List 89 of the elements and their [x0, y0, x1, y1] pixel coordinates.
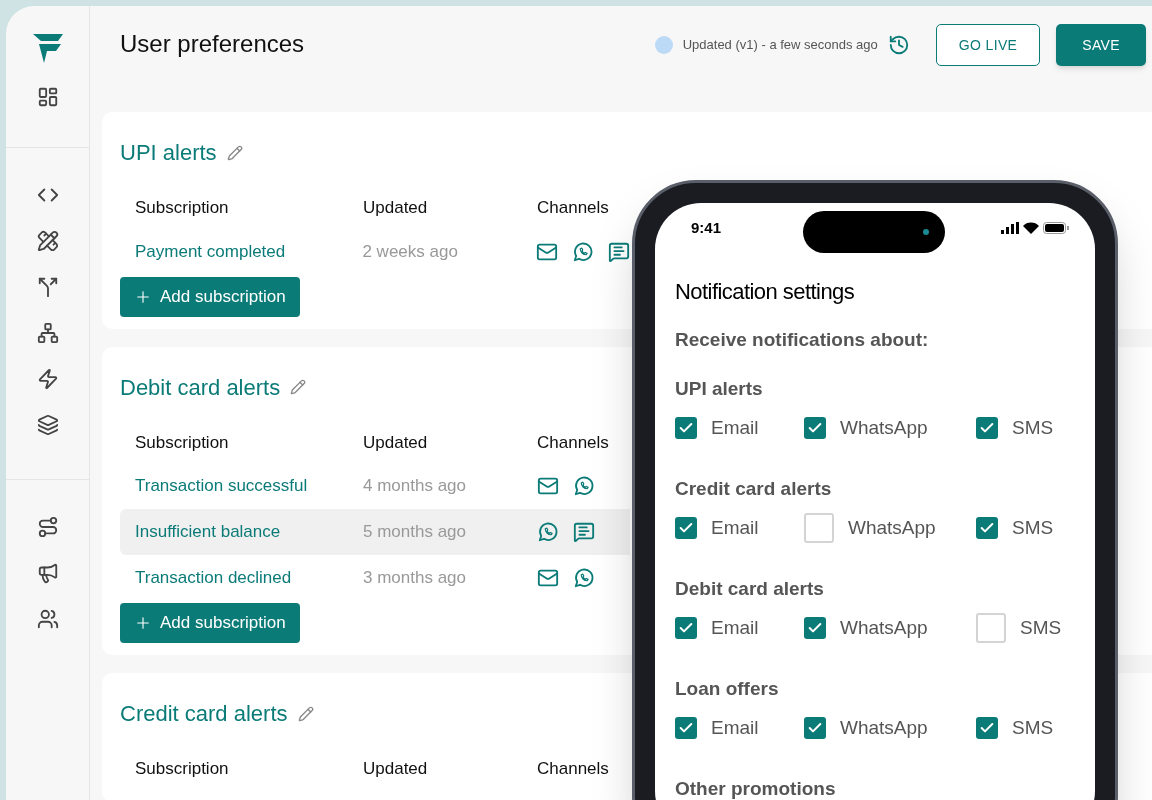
signal-icon	[1001, 222, 1019, 234]
subscription-row[interactable]: Insufficient balance 5 months ago	[120, 509, 630, 555]
group-title: Debit card alerts	[675, 576, 825, 601]
add-subscription-button[interactable]: Add subscription	[120, 603, 300, 643]
option-label: WhatsApp	[848, 515, 936, 540]
option-label: SMS	[1012, 415, 1054, 440]
email-icon	[537, 567, 559, 589]
dashboard-icon[interactable]	[36, 86, 59, 108]
column-header: Channels	[537, 197, 609, 219]
checkbox[interactable]	[675, 717, 697, 739]
battery-icon	[1043, 222, 1069, 234]
checkbox[interactable]	[976, 417, 998, 439]
group-title: Loan offers	[675, 676, 780, 701]
option-label: Email	[711, 715, 759, 740]
updated-time: 3 months ago	[363, 567, 467, 590]
checkbox[interactable]	[976, 517, 998, 539]
checkbox[interactable]	[976, 613, 1006, 643]
column-header: Updated	[363, 197, 429, 219]
group-title: Credit card alerts	[675, 476, 833, 501]
checkbox[interactable]	[804, 717, 826, 739]
option-label: SMS	[1012, 715, 1054, 740]
edit-icon[interactable]	[297, 705, 314, 722]
save-button[interactable]: SAVE	[1056, 24, 1146, 66]
updated-time: 2 weeks ago	[362, 240, 459, 263]
group-title: Other promotions	[675, 776, 837, 800]
section-title: UPI alerts	[120, 139, 217, 167]
subscription-row[interactable]: Transaction successful 4 months ago	[120, 463, 630, 509]
updated-time: 4 months ago	[363, 475, 467, 498]
bolt-icon[interactable]	[36, 368, 59, 390]
history-icon[interactable]	[887, 34, 910, 56]
column-header: Subscription	[135, 758, 230, 780]
checkbox[interactable]	[804, 617, 826, 639]
subscription-row[interactable]: Transaction declined 3 months ago	[120, 555, 630, 601]
option-label: WhatsApp	[840, 715, 928, 740]
checkbox[interactable]	[675, 517, 697, 539]
avatar	[654, 36, 673, 54]
subscription-name[interactable]: Insufficient balance	[135, 519, 363, 545]
subscription-name[interactable]: Transaction declined	[135, 565, 363, 591]
updated-time: 5 months ago	[363, 521, 467, 544]
megaphone-icon[interactable]	[36, 562, 59, 584]
option-label: Email	[711, 415, 759, 440]
edit-icon[interactable]	[226, 144, 243, 161]
wifi-icon	[1023, 222, 1039, 234]
section-title: Debit card alerts	[120, 373, 281, 402]
route-icon[interactable]	[36, 516, 59, 538]
option-label: Email	[711, 515, 759, 540]
column-header: Channels	[537, 758, 609, 780]
whatsapp-icon	[573, 475, 595, 497]
checkbox[interactable]	[675, 617, 697, 639]
hierarchy-icon[interactable]	[36, 322, 59, 344]
add-subscription-button[interactable]: Add subscription	[120, 276, 300, 317]
plus-icon	[134, 614, 152, 632]
option-label: WhatsApp	[840, 415, 928, 440]
option-label: SMS	[1012, 515, 1054, 540]
column-header: Channels	[537, 431, 609, 454]
column-header: Updated	[363, 431, 429, 454]
option-label: Email	[711, 615, 759, 640]
tools-icon[interactable]	[36, 230, 59, 252]
update-status: Updated (v1) - a few seconds ago	[682, 36, 878, 55]
screen-title: Notification settings	[675, 278, 856, 306]
option-label: SMS	[1020, 615, 1062, 640]
message-icon	[608, 240, 630, 263]
email-icon	[537, 475, 559, 497]
subscription-name[interactable]: Transaction successful	[135, 473, 363, 499]
edit-icon[interactable]	[290, 379, 307, 395]
whatsapp-icon	[572, 240, 594, 263]
option-label: WhatsApp	[840, 615, 928, 640]
column-header: Subscription	[135, 197, 230, 219]
checkbox[interactable]	[976, 717, 998, 739]
subscription-name[interactable]: Payment completed	[135, 238, 363, 265]
column-header: Updated	[363, 758, 429, 780]
go-live-button[interactable]: GO LIVE	[935, 24, 1041, 66]
split-icon[interactable]	[36, 276, 59, 298]
logo-icon	[32, 32, 63, 64]
message-icon	[573, 521, 595, 543]
screen-subtitle: Receive notifications about:	[675, 328, 930, 352]
section-title: Credit card alerts	[120, 700, 288, 728]
checkbox[interactable]	[804, 513, 834, 543]
whatsapp-icon	[537, 521, 559, 543]
page-title: User preferences	[120, 29, 305, 59]
people-icon[interactable]	[36, 608, 59, 630]
group-title: UPI alerts	[675, 376, 764, 401]
whatsapp-icon	[573, 567, 595, 589]
column-header: Subscription	[135, 431, 230, 454]
layers-icon[interactable]	[36, 414, 59, 436]
checkbox[interactable]	[675, 417, 697, 439]
status-time: 9:41	[691, 217, 722, 238]
checkbox[interactable]	[804, 417, 826, 439]
subscription-row[interactable]: Payment completed 2 weeks ago	[120, 228, 630, 275]
